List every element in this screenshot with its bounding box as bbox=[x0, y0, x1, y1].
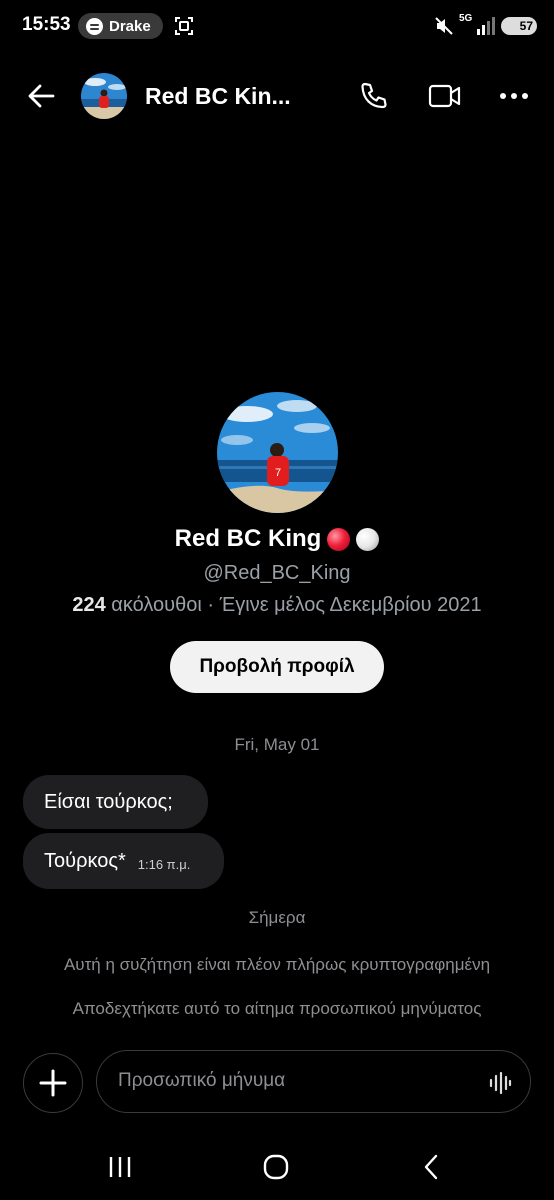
message-bubble[interactable]: Είσαι τούρκος; bbox=[23, 775, 208, 829]
video-call-icon[interactable] bbox=[428, 83, 462, 109]
recent-apps-icon[interactable] bbox=[106, 1154, 136, 1180]
chat-title[interactable]: Red BC Kin... bbox=[145, 83, 291, 110]
media-label: Drake bbox=[109, 17, 151, 35]
message-text: Είσαι τούρκος; bbox=[44, 790, 173, 813]
message-bubble[interactable]: Τούρκος* 1:16 π.μ. bbox=[23, 833, 224, 889]
back-arrow-icon[interactable] bbox=[26, 82, 56, 110]
profile-name-row: Red BC King bbox=[0, 525, 554, 553]
message-text: Τούρκος* bbox=[44, 849, 126, 872]
profile-avatar[interactable]: 7 bbox=[217, 392, 338, 513]
followers-label: ακόλουθοι bbox=[111, 594, 202, 616]
profile-name: Red BC King bbox=[174, 525, 322, 552]
date-separator: Fri, May 01 bbox=[234, 735, 320, 754]
joined-date: Έγινε μέλος Δεκεμβρίου 2021 bbox=[219, 594, 482, 616]
nav-back-icon[interactable] bbox=[421, 1153, 441, 1181]
plus-icon bbox=[39, 1069, 67, 1097]
profile-handle: @Red_BC_King bbox=[203, 562, 351, 584]
battery-level: 57 bbox=[519, 19, 533, 33]
home-icon[interactable] bbox=[262, 1153, 290, 1181]
meta-separator: · bbox=[201, 594, 220, 616]
message-input[interactable] bbox=[118, 1051, 458, 1111]
signal-icon bbox=[477, 17, 495, 35]
mute-icon bbox=[435, 17, 453, 35]
message-composer[interactable] bbox=[96, 1050, 531, 1113]
media-playing-pill[interactable]: Drake bbox=[78, 13, 163, 39]
message-time: 1:16 π.μ. bbox=[137, 856, 191, 872]
followers-count: 224 bbox=[72, 594, 106, 616]
encryption-notice: Αυτή η συζήτηση είναι πλέον πλήρως κρυπτ… bbox=[63, 955, 491, 974]
request-accepted-notice: Αποδεχτήκατε αυτό το αίτημα προσωπικού μ… bbox=[72, 999, 482, 1018]
more-options-icon[interactable] bbox=[499, 86, 529, 106]
phone-call-icon[interactable] bbox=[358, 80, 390, 112]
voice-message-icon[interactable] bbox=[488, 1071, 512, 1095]
view-profile-button[interactable]: Προβολή προφίλ bbox=[170, 641, 384, 693]
battery-indicator: 57 bbox=[501, 17, 537, 35]
spotify-icon bbox=[86, 17, 103, 35]
network-type: 5G bbox=[459, 13, 473, 24]
svg-text:7: 7 bbox=[275, 467, 281, 479]
screen-capture-icon bbox=[175, 17, 193, 35]
header-avatar[interactable] bbox=[81, 73, 127, 119]
status-time: 15:53 bbox=[22, 14, 71, 35]
add-attachment-button[interactable] bbox=[23, 1053, 83, 1113]
today-separator: Σήμερα bbox=[248, 908, 306, 927]
white-circle-icon bbox=[356, 527, 380, 551]
red-circle-icon bbox=[327, 527, 351, 551]
profile-meta: 224 ακόλουθοι · Έγινε μέλος Δεκεμβρίου 2… bbox=[0, 594, 554, 617]
